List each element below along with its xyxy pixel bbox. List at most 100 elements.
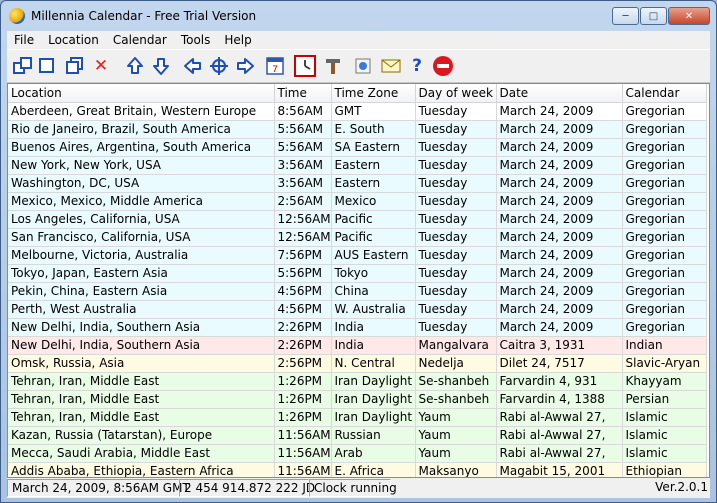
cell-day-of-week: Tuesday	[415, 102, 497, 121]
cell-calendar: Ethiopian	[622, 462, 707, 477]
cell-date: Rabi al-Awwal 27,	[496, 444, 623, 463]
cell-location: Washington, DC, USA	[8, 174, 275, 193]
cell-date: Rabi al-Awwal 27,	[496, 426, 623, 445]
globe-icon	[9, 8, 25, 24]
cell-time-zone: Iran Daylight	[331, 372, 416, 391]
cell-location: Buenos Aires, Argentina, South America	[8, 138, 275, 157]
cell-date: March 24, 2009	[496, 156, 623, 175]
cell-time: 1:26PM	[274, 390, 332, 409]
cell-calendar: Indian	[622, 336, 707, 355]
help-icon[interactable]: ?	[405, 54, 429, 78]
cell-time-zone: India	[331, 318, 416, 337]
move-up-icon[interactable]	[123, 54, 147, 78]
table-row[interactable]: Kazan, Russia (Tatarstan), Europe 11:56AM…	[8, 426, 707, 445]
menu-help[interactable]: Help	[217, 33, 258, 47]
cell-date: March 24, 2009	[496, 102, 623, 121]
table-row[interactable]: Mexico, Mexico, Middle America 2:56AM Mexi…	[8, 192, 707, 211]
cell-calendar: Gregorian	[622, 120, 707, 139]
table-row[interactable]: Omsk, Russia, Asia 2:56PM N. Central Nedelj…	[8, 354, 707, 373]
cell-location: Omsk, Russia, Asia	[8, 354, 275, 373]
cell-time: 4:56PM	[274, 282, 332, 301]
column-header-calendar[interactable]: Calendar	[622, 84, 707, 103]
cell-location: Mexico, Mexico, Middle America	[8, 192, 275, 211]
cell-time: 12:56AM	[274, 228, 332, 247]
cell-time-zone: India	[331, 336, 416, 355]
table-row[interactable]: New Delhi, India, Southern Asia 2:26PM Ind…	[8, 318, 707, 337]
table-row[interactable]: Buenos Aires, Argentina, South America 5:…	[8, 138, 707, 157]
cascade-windows-icon[interactable]	[11, 54, 35, 78]
cell-calendar: Gregorian	[622, 282, 707, 301]
close-button[interactable]: ✕	[668, 7, 710, 25]
table-row[interactable]: New Delhi, India, Southern Asia 2:26PM Ind…	[8, 336, 707, 355]
photo-icon[interactable]	[351, 54, 375, 78]
table-row[interactable]: Addis Ababa, Ethiopia, Eastern Africa 11:…	[8, 462, 707, 477]
cell-day-of-week: Se-shanbeh	[415, 372, 497, 391]
cell-location: Tehran, Iran, Middle East	[8, 408, 275, 427]
clock-icon[interactable]	[293, 54, 317, 78]
cell-time-zone: Iran Daylight	[331, 408, 416, 427]
table-row[interactable]: New York, New York, USA 3:56AM Eastern Tues…	[8, 156, 707, 175]
cell-time: 11:56AM	[274, 426, 332, 445]
table-row[interactable]: Tehran, Iran, Middle East 1:26PM Iran Dayl…	[8, 372, 707, 391]
title-bar[interactable]: Millennia Calendar - Free Trial Version …	[1, 1, 716, 31]
target-icon[interactable]	[207, 54, 231, 78]
arrow-right-icon[interactable]	[233, 54, 257, 78]
cell-location: Mecca, Saudi Arabia, Middle East	[8, 444, 275, 463]
cell-day-of-week: Mangalvara	[415, 336, 497, 355]
cell-date: March 24, 2009	[496, 264, 623, 283]
delete-icon[interactable]: ✕	[89, 54, 113, 78]
cell-location: New Delhi, India, Southern Asia	[8, 336, 275, 355]
table-row[interactable]: Perth, West Australia 4:56PM W. Australia T…	[8, 300, 707, 319]
maximize-button[interactable]: □	[640, 7, 667, 25]
cell-time: 8:56AM	[274, 102, 332, 121]
table-row[interactable]: Mecca, Saudi Arabia, Middle East 11:56AM A…	[8, 444, 707, 463]
cell-calendar: Gregorian	[622, 210, 707, 229]
table-row[interactable]: San Francisco, California, USA 12:56AM Pac…	[8, 228, 707, 247]
minimize-button[interactable]: ─	[612, 7, 639, 25]
menu-location[interactable]: Location	[41, 33, 106, 47]
tile-windows-icon[interactable]	[63, 54, 87, 78]
cell-time: 5:56AM	[274, 120, 332, 139]
column-header-location[interactable]: Location	[8, 84, 275, 103]
status-julian-day: 2 454 914.872 222 JD	[179, 479, 315, 497]
cell-date: Dilet 24, 7517	[496, 354, 623, 373]
cell-day-of-week: Tuesday	[415, 246, 497, 265]
column-header-time[interactable]: Time	[274, 84, 332, 103]
table-row[interactable]: Tokyo, Japan, Eastern Asia 5:56PM Tokyo Tue…	[8, 264, 707, 283]
arrow-left-icon[interactable]	[181, 54, 205, 78]
cell-time: 5:56PM	[274, 264, 332, 283]
single-window-icon[interactable]	[35, 54, 59, 78]
column-header-date[interactable]: Date	[496, 84, 623, 103]
cell-day-of-week: Yaum	[415, 408, 497, 427]
menu-tools[interactable]: Tools	[174, 33, 218, 47]
svg-text:7: 7	[272, 65, 278, 75]
table-row[interactable]: Washington, DC, USA 3:56AM Eastern Tuesday M…	[8, 174, 707, 193]
table-row[interactable]: Aberdeen, Great Britain, Western Europe 8…	[8, 102, 707, 121]
move-down-icon[interactable]	[149, 54, 173, 78]
cell-time: 11:56AM	[274, 444, 332, 463]
calendar-icon[interactable]: 7	[263, 54, 287, 78]
table-row[interactable]: Melbourne, Victoria, Australia 7:56PM AUS …	[8, 246, 707, 265]
cell-time-zone: Eastern	[331, 174, 416, 193]
cell-date: Caitra 3, 1931	[496, 336, 623, 355]
cell-time-zone: Tokyo	[331, 264, 416, 283]
table-row[interactable]: Tehran, Iran, Middle East 1:26PM Iran Dayl…	[8, 390, 707, 409]
stop-icon[interactable]	[431, 54, 455, 78]
cell-date: March 24, 2009	[496, 192, 623, 211]
cell-calendar: Gregorian	[622, 156, 707, 175]
cell-calendar: Persian	[622, 390, 707, 409]
table-row[interactable]: Rio de Janeiro, Brazil, South America 5:5…	[8, 120, 707, 139]
table-row[interactable]: Pekin, China, Eastern Asia 4:56PM China Tue…	[8, 282, 707, 301]
column-header-time-zone[interactable]: Time Zone	[331, 84, 416, 103]
tools-icon[interactable]	[321, 54, 345, 78]
cell-day-of-week: Yaum	[415, 426, 497, 445]
menu-calendar[interactable]: Calendar	[106, 33, 174, 47]
menu-file[interactable]: File	[7, 33, 41, 47]
cell-location: San Francisco, California, USA	[8, 228, 275, 247]
table-row[interactable]: Los Angeles, California, USA 12:56AM Pacif…	[8, 210, 707, 229]
column-header-day-of-week[interactable]: Day of week	[415, 84, 497, 103]
email-icon[interactable]	[379, 54, 403, 78]
table-row[interactable]: Tehran, Iran, Middle East 1:26PM Iran Dayl…	[8, 408, 707, 427]
cell-calendar: Islamic	[622, 444, 707, 463]
cell-date: March 24, 2009	[496, 210, 623, 229]
